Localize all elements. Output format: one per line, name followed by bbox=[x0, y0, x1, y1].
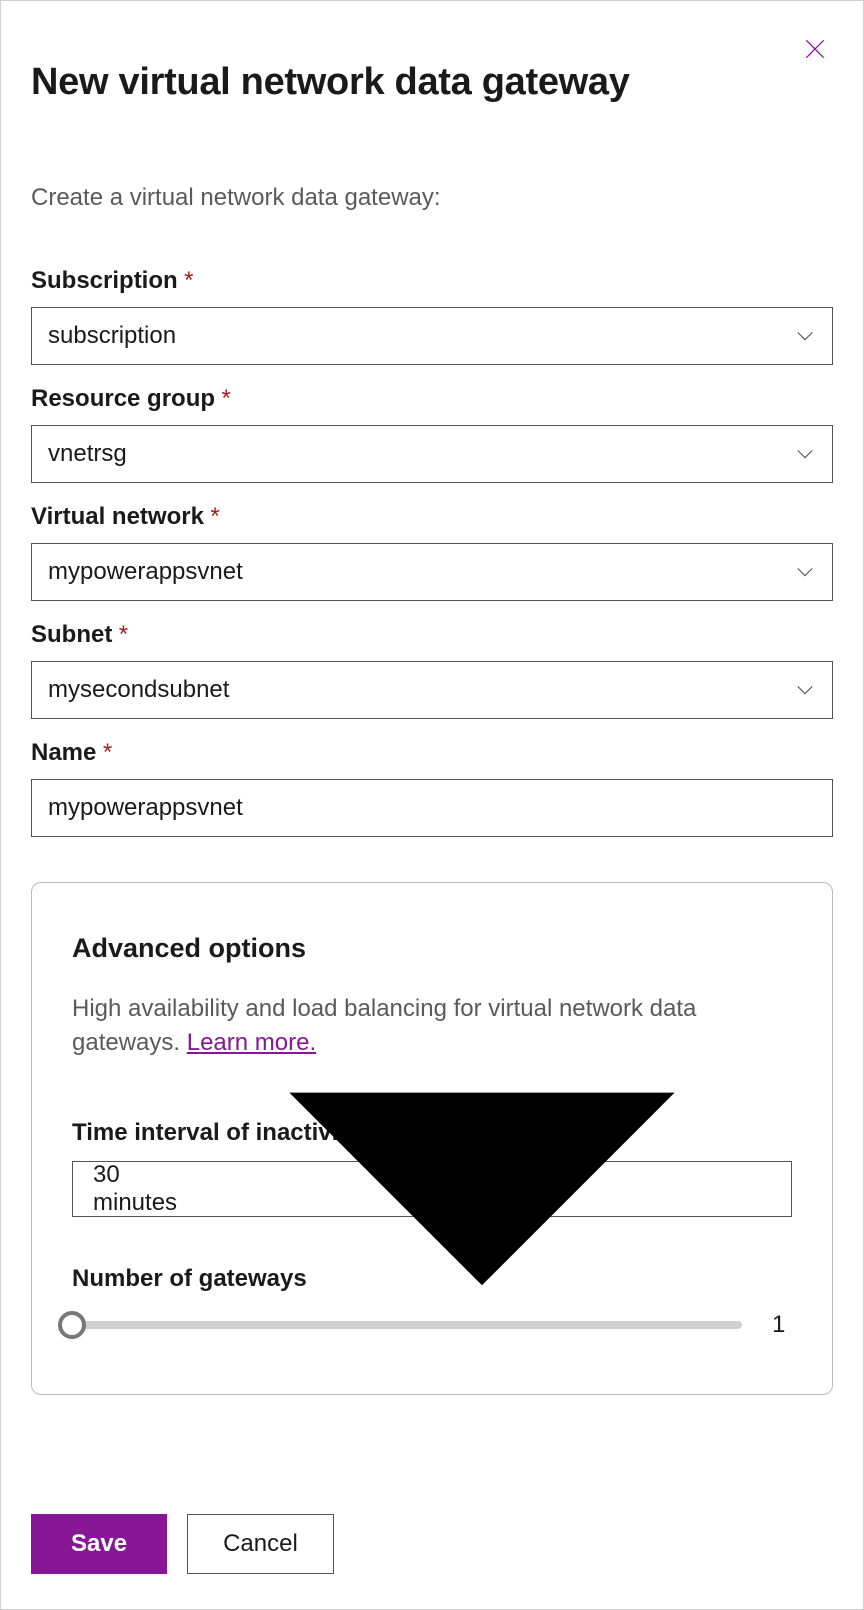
required-indicator: * bbox=[103, 739, 112, 766]
num-gateways-value: 1 bbox=[772, 1311, 792, 1339]
num-gateways-slider[interactable] bbox=[72, 1321, 742, 1329]
resource-group-value: vnetrsg bbox=[48, 440, 127, 468]
field-resource-group: Resource group * vnetrsg bbox=[31, 385, 833, 483]
slider-thumb[interactable] bbox=[58, 1311, 86, 1339]
footer-actions: Save Cancel bbox=[31, 1514, 334, 1574]
chevron-down-icon bbox=[794, 561, 816, 583]
subscription-value: subscription bbox=[48, 322, 176, 350]
field-subscription: Subscription * subscription bbox=[31, 267, 833, 365]
required-indicator: * bbox=[221, 385, 230, 412]
close-icon bbox=[802, 36, 828, 62]
time-interval-value: 30 minutes bbox=[93, 1161, 193, 1217]
chevron-down-icon bbox=[794, 325, 816, 347]
field-virtual-network: Virtual network * mypowerappsvnet bbox=[31, 503, 833, 601]
panel-subtitle: Create a virtual network data gateway: bbox=[31, 184, 833, 212]
virtual-network-value: mypowerappsvnet bbox=[48, 558, 243, 586]
required-indicator: * bbox=[119, 621, 128, 648]
resource-group-select[interactable]: vnetrsg bbox=[31, 425, 833, 483]
name-label: Name bbox=[31, 739, 96, 767]
subnet-value: mysecondsubnet bbox=[48, 676, 229, 704]
resource-group-label: Resource group bbox=[31, 385, 215, 413]
chevron-down-icon bbox=[794, 443, 816, 465]
subnet-label: Subnet bbox=[31, 621, 112, 649]
required-indicator: * bbox=[184, 267, 193, 294]
field-name: Name * bbox=[31, 739, 833, 837]
subnet-select[interactable]: mysecondsubnet bbox=[31, 661, 833, 719]
field-subnet: Subnet * mysecondsubnet bbox=[31, 621, 833, 719]
chevron-down-icon bbox=[794, 679, 816, 701]
save-button[interactable]: Save bbox=[31, 1514, 167, 1574]
panel-title: New virtual network data gateway bbox=[31, 61, 833, 104]
cancel-button[interactable]: Cancel bbox=[187, 1514, 334, 1574]
virtual-network-label: Virtual network bbox=[31, 503, 204, 531]
subscription-select[interactable]: subscription bbox=[31, 307, 833, 365]
chevron-down-icon bbox=[193, 900, 771, 1478]
close-button[interactable] bbox=[797, 31, 833, 67]
virtual-network-select[interactable]: mypowerappsvnet bbox=[31, 543, 833, 601]
advanced-options-panel: Advanced options High availability and l… bbox=[31, 882, 833, 1395]
time-interval-select[interactable]: 30 minutes bbox=[72, 1161, 792, 1217]
subscription-label: Subscription bbox=[31, 267, 178, 295]
required-indicator: * bbox=[210, 503, 219, 530]
name-input[interactable] bbox=[31, 779, 833, 837]
